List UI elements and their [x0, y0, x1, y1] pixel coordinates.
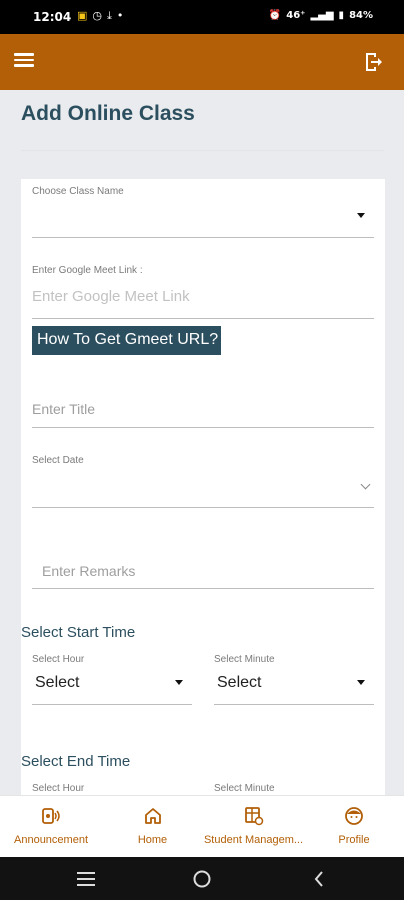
- clock-icon: ◷: [92, 9, 103, 22]
- meet-link-label: Enter Google Meet Link :: [32, 265, 143, 276]
- nav-item-home[interactable]: Home: [102, 796, 203, 858]
- title-underline: [32, 427, 374, 428]
- notification-app-icon: ▣: [77, 9, 88, 22]
- start-minute-select[interactable]: Select: [217, 674, 261, 692]
- page-title: Add Online Class: [21, 102, 195, 125]
- nav-label-home: Home: [137, 834, 168, 846]
- nav-label-student-management: Student Managem...: [203, 834, 304, 846]
- app-bar: [0, 34, 404, 90]
- start-minute-underline: [214, 704, 374, 705]
- date-label: Select Date: [32, 455, 84, 466]
- network-type: 46⁺: [286, 10, 306, 21]
- nav-label-announcement: Announcement: [14, 834, 88, 846]
- alarm-icon: ⏰: [268, 10, 282, 21]
- remarks-underline: [32, 588, 374, 589]
- title-input[interactable]: Enter Title: [32, 401, 95, 417]
- end-time-heading: Select End Time: [21, 753, 131, 770]
- status-bar: 12:04 ▣ ◷ ⤓ • ⏰ 46⁺ ▂▄▆ ▮ 84%: [0, 0, 404, 34]
- title-divider: [21, 150, 384, 151]
- status-right: ⏰ 46⁺ ▂▄▆ ▮ 84%: [269, 10, 373, 21]
- student-management-icon: [244, 806, 264, 826]
- system-nav-bar: [0, 857, 404, 900]
- logout-icon[interactable]: [362, 50, 386, 74]
- start-minute-label: Select Minute: [214, 654, 275, 665]
- date-picker[interactable]: [32, 507, 374, 508]
- meet-link-underline: [32, 318, 374, 319]
- home-button-icon[interactable]: [193, 870, 211, 888]
- start-hour-select[interactable]: Select: [35, 674, 79, 692]
- start-time-heading: Select Start Time: [21, 624, 136, 641]
- gmeet-help-link[interactable]: How To Get Gmeet URL?: [32, 326, 221, 355]
- announcement-icon: [41, 806, 61, 826]
- start-hour-underline: [32, 704, 192, 705]
- end-minute-label: Select Minute: [214, 783, 275, 794]
- class-name-dropdown-arrow-icon[interactable]: [357, 213, 365, 218]
- profile-icon: [344, 806, 364, 826]
- dot-icon: •: [116, 9, 124, 22]
- battery-icon: ▮: [338, 10, 345, 21]
- remarks-input[interactable]: Enter Remarks: [42, 563, 135, 579]
- home-icon: [143, 806, 163, 826]
- start-hour-dropdown-arrow-icon[interactable]: [175, 680, 183, 685]
- notification-icons: ▣ ◷ ⤓ •: [77, 9, 123, 23]
- nav-item-profile[interactable]: Profile: [304, 796, 404, 858]
- start-minute-dropdown-arrow-icon[interactable]: [357, 680, 365, 685]
- signal-icon: ▂▄▆: [310, 10, 334, 21]
- start-hour-label: Select Hour: [32, 654, 85, 665]
- end-hour-label: Select Hour: [32, 783, 85, 794]
- hamburger-menu-icon[interactable]: [12, 50, 36, 74]
- recent-apps-icon[interactable]: [77, 872, 95, 886]
- meet-link-input[interactable]: Enter Google Meet Link: [32, 288, 190, 305]
- nav-item-student-management[interactable]: Student Managem...: [203, 796, 304, 858]
- download-icon: ⤓: [107, 9, 112, 22]
- class-name-dropdown[interactable]: [32, 237, 374, 238]
- nav-label-profile: Profile: [338, 834, 370, 846]
- bottom-nav: Announcement Home Student Managem... Pro…: [0, 795, 404, 857]
- class-name-label: Choose Class Name: [32, 186, 124, 197]
- battery-percent: 84%: [349, 10, 373, 21]
- nav-item-announcement[interactable]: Announcement: [0, 796, 102, 858]
- back-icon[interactable]: [314, 871, 323, 887]
- status-time: 12:04: [33, 10, 72, 24]
